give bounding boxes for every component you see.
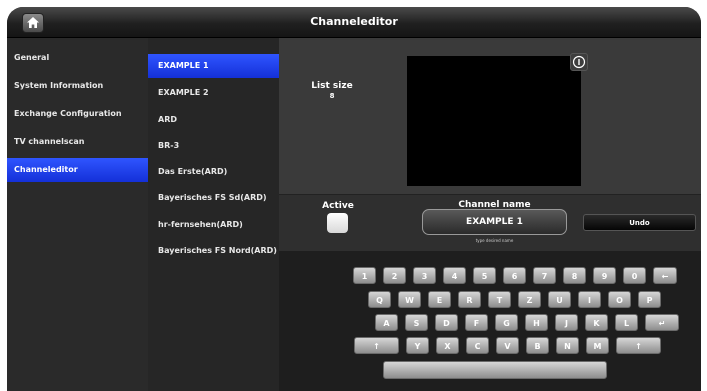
nav-item-tv-channelscan[interactable]: TV channelscan — [7, 130, 148, 154]
key-e[interactable]: E — [428, 291, 451, 308]
key-6[interactable]: 6 — [503, 267, 526, 284]
shift-key-right[interactable]: ↑ — [616, 337, 661, 354]
key-y[interactable]: Y — [406, 337, 429, 354]
channel-detail-panel: List size 8 Active Channel name EXAMPLE … — [279, 38, 701, 391]
key-s[interactable]: S — [405, 314, 428, 331]
key-9[interactable]: 9 — [593, 267, 616, 284]
key-j[interactable]: J — [555, 314, 578, 331]
key-n[interactable]: N — [556, 337, 579, 354]
channel-item[interactable]: EXAMPLE 2 — [148, 81, 279, 105]
shift-key-left[interactable]: ↑ — [354, 337, 399, 354]
key-p[interactable]: P — [638, 291, 661, 308]
key-q[interactable]: Q — [368, 291, 391, 308]
key-x[interactable]: X — [436, 337, 459, 354]
key-c[interactable]: C — [466, 337, 489, 354]
nav-item-general[interactable]: General — [7, 46, 148, 70]
key-v[interactable]: V — [496, 337, 519, 354]
channel-list: EXAMPLE 1 EXAMPLE 2 ARD BR-3 Das Erste(A… — [148, 38, 280, 391]
enter-key[interactable]: ↵ — [645, 314, 679, 331]
list-size-value: 8 — [329, 92, 335, 100]
list-size-label: List size — [311, 81, 353, 91]
key-1[interactable]: 1 — [353, 267, 376, 284]
on-screen-keyboard: 1 2 3 4 5 6 7 8 9 0 ← Q W E R T Z U I O … — [279, 251, 701, 391]
key-f[interactable]: F — [465, 314, 488, 331]
title-bar: Channeleditor — [7, 7, 701, 38]
nav-item-exchange-configuration[interactable]: Exchange Configuration — [7, 102, 148, 126]
channel-item[interactable]: Das Erste(ARD) — [148, 160, 279, 184]
info-button[interactable] — [570, 53, 588, 71]
key-t[interactable]: T — [488, 291, 511, 308]
key-g[interactable]: G — [495, 314, 518, 331]
backspace-key[interactable]: ← — [653, 267, 677, 284]
channel-name-hint: type desired name — [475, 238, 514, 243]
channel-item[interactable]: hr-fernsehen(ARD) — [148, 213, 279, 237]
channel-item[interactable]: ARD — [148, 108, 279, 132]
channel-item[interactable]: Bayerisches FS Nord(ARD) — [148, 239, 279, 263]
key-o[interactable]: O — [608, 291, 631, 308]
key-2[interactable]: 2 — [383, 267, 406, 284]
key-d[interactable]: D — [435, 314, 458, 331]
channel-controls: Active Channel name EXAMPLE 1 type desir… — [279, 194, 701, 252]
key-k[interactable]: K — [585, 314, 608, 331]
key-4[interactable]: 4 — [443, 267, 466, 284]
key-w[interactable]: W — [398, 291, 421, 308]
key-r[interactable]: R — [458, 291, 481, 308]
space-key[interactable] — [383, 361, 607, 379]
key-i[interactable]: I — [578, 291, 601, 308]
settings-nav: General System Information Exchange Conf… — [7, 38, 149, 391]
key-b[interactable]: B — [526, 337, 549, 354]
nav-item-channeleditor[interactable]: Channeleditor — [7, 158, 148, 182]
channel-item[interactable]: Bayerisches FS Sd(ARD) — [148, 186, 279, 210]
key-h[interactable]: H — [525, 314, 548, 331]
key-8[interactable]: 8 — [563, 267, 586, 284]
nav-item-system-information[interactable]: System Information — [7, 74, 148, 98]
channel-name-field[interactable]: EXAMPLE 1 — [422, 209, 567, 235]
key-7[interactable]: 7 — [533, 267, 556, 284]
active-label: Active — [322, 201, 354, 211]
key-l[interactable]: L — [615, 314, 638, 331]
page-title: Channeleditor — [310, 15, 398, 28]
app-window: Channeleditor General System Information… — [7, 7, 701, 391]
channel-item[interactable]: EXAMPLE 1 — [148, 54, 279, 78]
key-0[interactable]: 0 — [623, 267, 646, 284]
channel-preview — [407, 56, 581, 186]
key-3[interactable]: 3 — [413, 267, 436, 284]
key-a[interactable]: A — [375, 314, 398, 331]
key-z[interactable]: Z — [518, 291, 541, 308]
preview-area: List size 8 — [279, 38, 701, 194]
key-5[interactable]: 5 — [473, 267, 496, 284]
info-icon — [572, 55, 586, 69]
channel-item[interactable]: BR-3 — [148, 134, 279, 158]
undo-button[interactable]: Undo — [583, 214, 696, 231]
key-u[interactable]: U — [548, 291, 571, 308]
active-checkbox[interactable] — [327, 213, 348, 233]
key-m[interactable]: M — [586, 337, 609, 354]
